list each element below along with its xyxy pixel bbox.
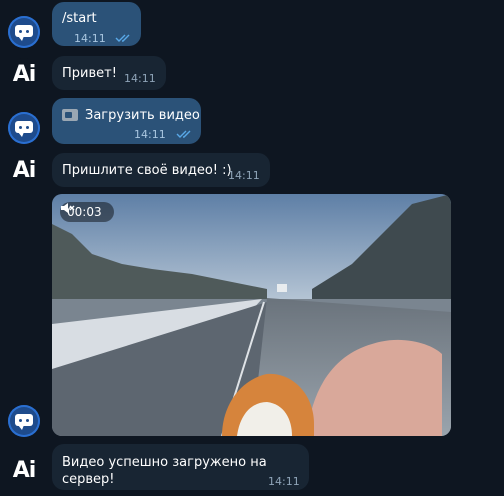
message-bubble-incoming[interactable]: Видео успешно загружено на сервер! 14:11 <box>52 444 309 490</box>
user-avatar[interactable] <box>8 112 40 144</box>
bot-avatar-label: Ai <box>12 61 37 87</box>
bot-avatar[interactable]: Ai <box>8 154 40 186</box>
message-bubble-incoming[interactable]: Пришлите своё видео! :) 14:11 <box>52 153 270 187</box>
message-bubble-incoming[interactable]: Привет! 14:11 <box>52 56 166 90</box>
message-time: 14:11 <box>74 32 106 45</box>
message-time: 14:11 <box>124 72 156 85</box>
message-text: Загрузить видео <box>85 108 200 123</box>
bot-avatar-label: Ai <box>12 157 37 183</box>
bot-avatar[interactable]: Ai <box>8 454 40 486</box>
video-message[interactable]: 00:03 <box>52 194 451 436</box>
chat-bubble-icon <box>15 25 33 41</box>
chat-bubble-icon <box>15 121 33 137</box>
bot-avatar[interactable]: Ai <box>8 58 40 90</box>
message-text: /start <box>62 11 97 26</box>
message-time: 14:11 <box>228 169 260 182</box>
read-ticks-icon <box>176 129 194 139</box>
message-time: 14:11 <box>134 128 166 141</box>
user-avatar[interactable] <box>8 405 40 437</box>
video-camera-icon <box>62 109 78 121</box>
read-ticks-icon <box>115 33 133 43</box>
message-bubble-outgoing[interactable]: /start 14:11 <box>52 2 141 46</box>
video-thumbnail <box>52 194 451 436</box>
message-text: Привет! <box>62 66 117 81</box>
message-text: Пришлите своё видео! :) <box>62 163 232 178</box>
user-avatar[interactable] <box>8 16 40 48</box>
chat-bubble-icon <box>15 414 33 430</box>
video-duration-badge: 00:03 <box>60 202 114 222</box>
message-time: 14:11 <box>268 475 300 488</box>
message-bubble-outgoing[interactable]: Загрузить видео 14:11 <box>52 98 201 144</box>
bot-avatar-label: Ai <box>12 457 37 483</box>
